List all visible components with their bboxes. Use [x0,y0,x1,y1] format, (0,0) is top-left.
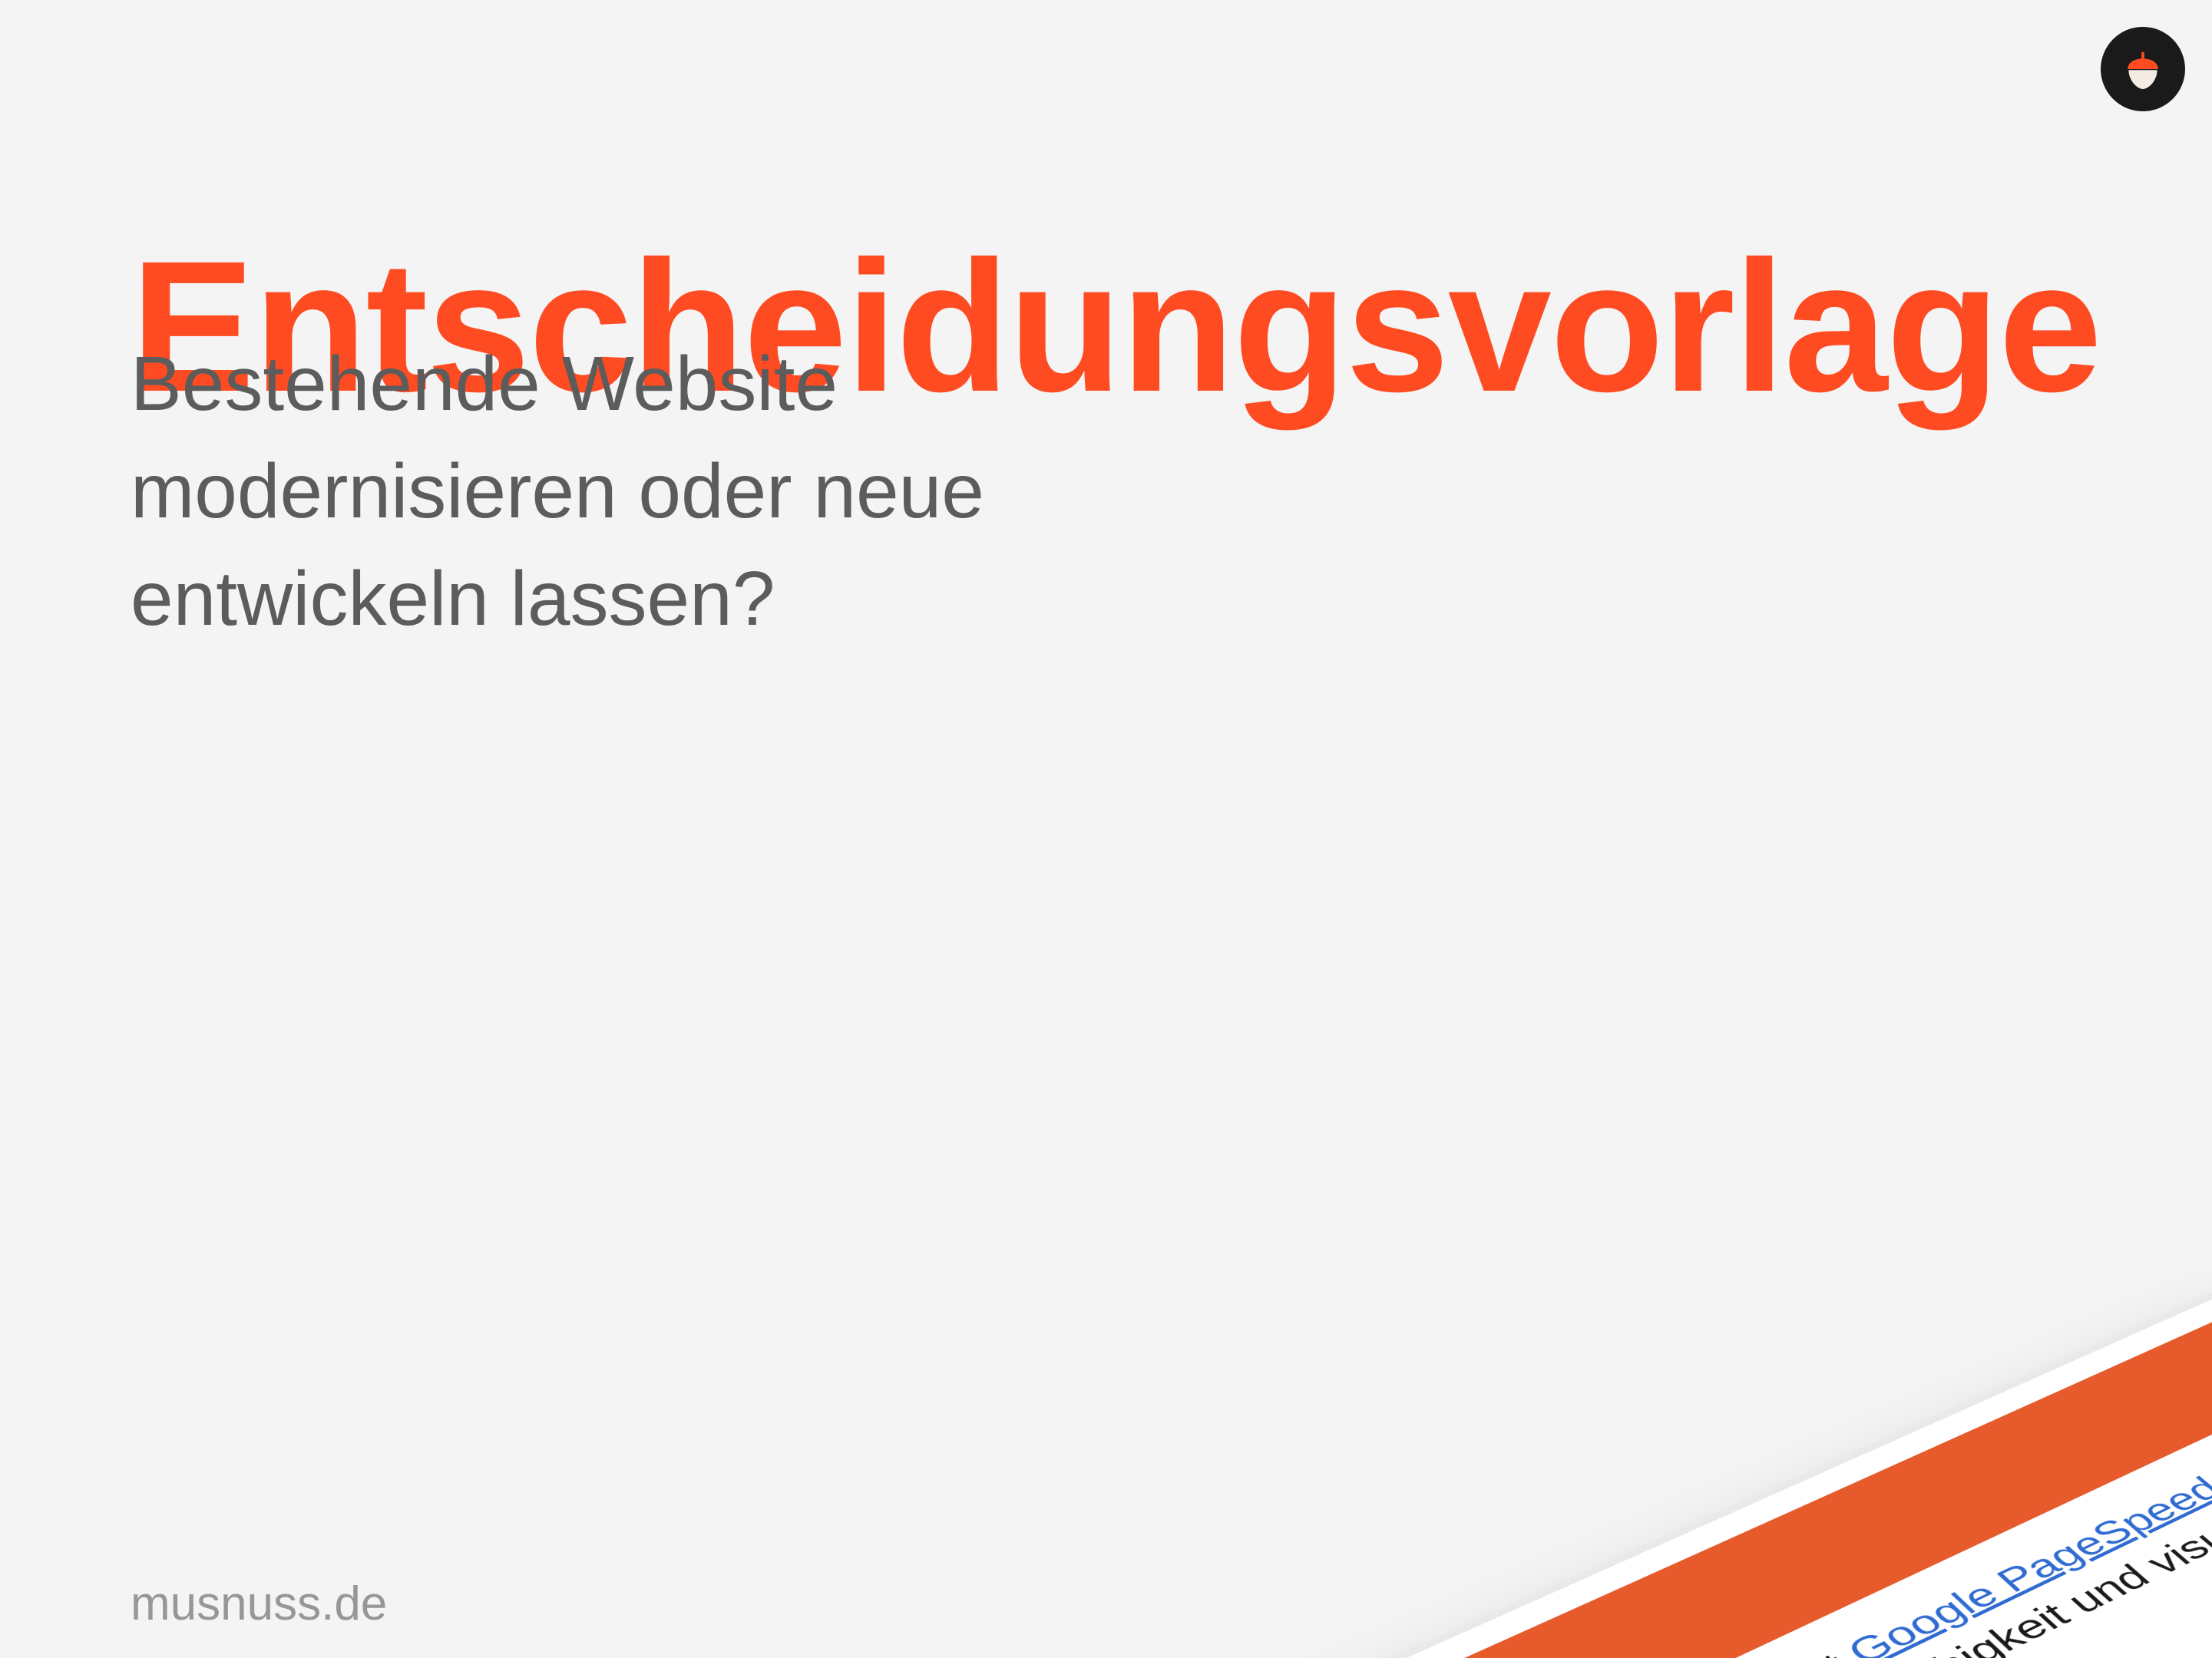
document-frame: 1. Performance Teste die aktuelle Perfor… [448,1286,2212,1658]
document-preview: 1. Performance Teste die aktuelle Perfor… [448,1286,2212,1658]
page-subtitle: Bestehende Website modernisieren oder ne… [131,330,1144,652]
acorn-icon [2119,45,2167,93]
document-preview-wrap: 1. Performance Teste die aktuelle Perfor… [1328,1028,2212,1658]
slide: Entscheidungsvorlage Bestehende Website … [0,0,2212,1658]
brand-badge [2101,27,2185,111]
footer-site: musnuss.de [131,1577,387,1631]
